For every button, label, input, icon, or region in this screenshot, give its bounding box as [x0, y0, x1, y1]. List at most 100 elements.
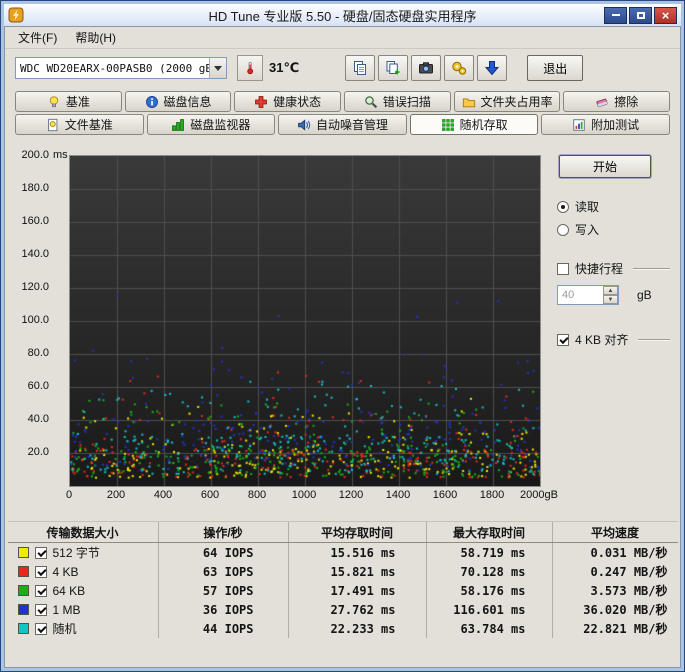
tab-error-scan[interactable]: 错误扫描	[344, 91, 451, 112]
maximize-button[interactable]	[629, 6, 652, 24]
titlebar[interactable]: HD Tune 专业版 5.50 - 硬盘/固态硬盘实用程序 ×	[4, 4, 681, 26]
groupbox-line	[633, 267, 670, 270]
table-row: 4 KB 63 IOPS 15.821 ms 70.128 ms 0.247 MB/秒	[8, 562, 678, 581]
minimize-icon	[611, 14, 620, 16]
x-axis-tick: 600	[200, 489, 220, 501]
series-label: 随机	[52, 622, 77, 636]
read-radio[interactable]	[557, 200, 569, 213]
menubar: 文件(F) 帮助(H)	[5, 27, 680, 49]
series-checkbox[interactable]	[34, 584, 47, 597]
cell-avg-speed: 0.247 MB/秒	[551, 562, 678, 581]
close-button[interactable]: ×	[654, 6, 677, 24]
toolbar-button-group	[345, 55, 508, 81]
tab-aam[interactable]: 自动噪音管理	[278, 114, 407, 135]
save-results-button[interactable]	[477, 55, 508, 81]
tab-label: 随机存取	[459, 118, 508, 132]
x-axis-tick: 800	[247, 489, 267, 501]
cell-iops: 36 IOPS	[157, 600, 288, 619]
tab-label: 基准	[65, 95, 90, 109]
tab-random-access[interactable]: 随机存取	[409, 114, 539, 135]
monitor-bars-icon	[171, 118, 185, 132]
series-cell: 1 MB	[8, 600, 158, 619]
tab-disk-info[interactable]: 磁盘信息	[124, 91, 232, 112]
copy-button[interactable]	[345, 55, 376, 81]
short-stroke-checkbox[interactable]	[557, 262, 569, 275]
cell-iops: 63 IOPS	[157, 562, 288, 581]
cell-max-access-time: 58.176 ms	[425, 581, 552, 600]
tab-label: 错误扫描	[382, 95, 431, 109]
tab-benchmark[interactable]: 基准	[15, 91, 122, 112]
series-color-swatch	[17, 623, 29, 634]
series-checkbox[interactable]	[34, 622, 47, 635]
close-icon: ×	[661, 7, 670, 23]
cell-max-access-time: 63.784 ms	[425, 619, 552, 638]
tab-file-benchmark[interactable]: 文件基准	[15, 114, 144, 135]
results-table-header: 传输数据大小 操作/秒 平均存取时间 最大存取时间 平均速度	[7, 521, 678, 543]
cell-avg-access-time: 15.821 ms	[287, 562, 426, 581]
tab-health[interactable]: 健康状态	[234, 91, 342, 112]
column-header: 平均存取时间	[287, 522, 426, 542]
series-checkbox[interactable]	[34, 603, 47, 616]
main-area: ms 20.0 40.0 60.0 80.0 100.0 120.0 140.0 160.0 1…	[5, 135, 680, 507]
x-axis-tick: 200	[106, 489, 126, 501]
minimize-button[interactable]	[604, 6, 627, 24]
spin-up-button[interactable]: ▲	[603, 286, 618, 295]
maximize-icon	[636, 11, 645, 19]
write-radio[interactable]	[557, 223, 569, 236]
info-icon	[145, 95, 159, 109]
y-axis-unit: ms	[53, 149, 68, 161]
menu-file[interactable]: 文件(F)	[9, 27, 66, 48]
x-axis-tick: 1600	[432, 489, 458, 501]
eraser-icon	[595, 95, 609, 109]
tab-row-1: 基准 磁盘信息 健康状态 错误扫描 文件夹占用率 擦除	[5, 91, 680, 112]
tab-label: 文件夹占用率	[480, 95, 553, 109]
cell-iops: 64 IOPS	[157, 543, 288, 562]
y-axis-tick: 180.0	[21, 182, 49, 194]
drive-selector-dropdown-button[interactable]	[209, 58, 226, 78]
table-row: 512 字节 64 IOPS 15.516 ms 58.719 ms 0.031 MB/…	[8, 543, 678, 562]
spin-down-button[interactable]: ▼	[603, 295, 618, 304]
settings-button[interactable]	[444, 55, 475, 81]
y-axis-tick: 140.0	[21, 248, 49, 260]
menu-help[interactable]: 帮助(H)	[66, 27, 125, 48]
short-stroke-size-input[interactable]: 40 ▲ ▼	[557, 285, 619, 305]
copy-add-icon	[386, 61, 400, 75]
drive-selector[interactable]: WDC WD20EARX-00PASB0 (2000 gB)	[15, 57, 227, 79]
access-time-plot	[69, 155, 541, 487]
test-controls-panel: 开始 读取 写入 快捷行程 40 ▲ ▼ gB 4 KB 对齐	[541, 139, 674, 507]
tab-folder-usage[interactable]: 文件夹占用率	[453, 91, 561, 112]
column-header: 最大存取时间	[425, 522, 552, 542]
series-label: 1 MB	[52, 602, 81, 617]
tab-disk-monitor[interactable]: 磁盘监视器	[146, 114, 276, 135]
cell-avg-access-time: 17.491 ms	[287, 581, 426, 600]
groupbox-line	[638, 338, 670, 341]
column-header: 操作/秒	[157, 522, 288, 542]
start-button[interactable]: 开始	[559, 155, 651, 178]
extra-tests-icon	[572, 118, 586, 132]
cell-iops: 57 IOPS	[157, 581, 288, 600]
drive-selector-value: WDC WD20EARX-00PASB0 (2000 gB)	[20, 61, 209, 75]
x-axis-tick: 1400	[385, 489, 411, 501]
client-area: 文件(F) 帮助(H) WDC WD20EARX-00PASB0 (2000 g…	[4, 26, 681, 668]
y-axis-tick: 100.0	[21, 314, 49, 326]
camera-icon	[419, 62, 434, 74]
tab-label: 磁盘监视器	[190, 118, 251, 132]
screenshot-button[interactable]	[411, 55, 442, 81]
align-4kb-checkbox[interactable]	[557, 333, 569, 346]
tab-extra-tests[interactable]: 附加测试	[541, 114, 670, 135]
exit-button[interactable]: 退出	[527, 55, 584, 81]
y-axis-tick: 80.0	[27, 347, 49, 359]
x-axis-tick: 1200	[338, 489, 364, 501]
tab-label: 附加测试	[591, 118, 640, 132]
y-axis-tick: 60.0	[27, 380, 49, 392]
series-checkbox[interactable]	[34, 565, 47, 578]
tab-erase[interactable]: 擦除	[563, 91, 671, 112]
copy-add-button[interactable]	[378, 55, 409, 81]
health-cross-icon	[254, 95, 268, 109]
thermometer-icon	[247, 61, 254, 75]
toolbar: WDC WD20EARX-00PASB0 (2000 gB) 31℃ 退出	[5, 49, 680, 87]
short-stroke-size-value: 40	[562, 289, 575, 301]
access-time-chart: ms 20.0 40.0 60.0 80.0 100.0 120.0 140.0 160.0 1…	[11, 139, 558, 507]
series-checkbox[interactable]	[34, 546, 47, 559]
y-axis-tick: 160.0	[21, 215, 49, 227]
